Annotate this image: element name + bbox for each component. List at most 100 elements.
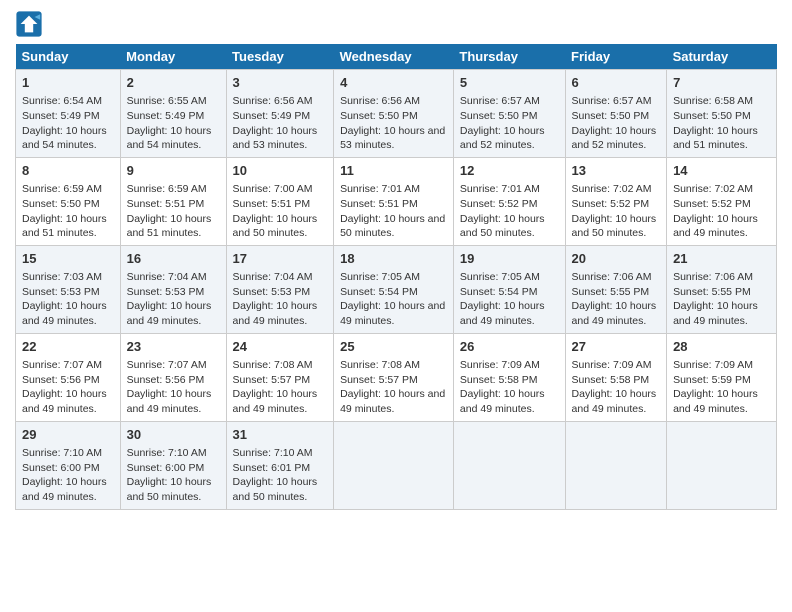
sunrise-label: Sunrise: 6:57 AM (460, 95, 540, 107)
daylight-label: Daylight: 10 hours and 49 minutes. (673, 388, 758, 415)
header-row-days: SundayMondayTuesdayWednesdayThursdayFrid… (16, 44, 777, 70)
calendar-cell: 12Sunrise: 7:01 AMSunset: 5:52 PMDayligh… (453, 157, 565, 245)
logo-icon (15, 10, 43, 38)
column-header-saturday: Saturday (667, 44, 777, 70)
sunset-label: Sunset: 5:57 PM (340, 374, 418, 386)
day-number: 27 (572, 338, 661, 356)
sunrise-label: Sunrise: 7:02 AM (572, 183, 652, 195)
week-row-2: 8Sunrise: 6:59 AMSunset: 5:50 PMDaylight… (16, 157, 777, 245)
column-header-sunday: Sunday (16, 44, 121, 70)
day-number: 2 (127, 74, 220, 92)
sunset-label: Sunset: 5:50 PM (673, 110, 751, 122)
calendar-cell: 4Sunrise: 6:56 AMSunset: 5:50 PMDaylight… (334, 70, 454, 158)
sunrise-label: Sunrise: 7:09 AM (460, 359, 540, 371)
sunset-label: Sunset: 5:49 PM (22, 110, 100, 122)
day-number: 5 (460, 74, 559, 92)
sunset-label: Sunset: 5:49 PM (127, 110, 205, 122)
calendar-cell (667, 421, 777, 509)
sunset-label: Sunset: 5:50 PM (460, 110, 538, 122)
daylight-label: Daylight: 10 hours and 49 minutes. (460, 388, 545, 415)
daylight-label: Daylight: 10 hours and 54 minutes. (22, 125, 107, 152)
calendar-cell: 30 Sunrise: 7:10 AM Sunset: 6:00 PM Dayligh… (120, 421, 226, 509)
sunrise-label: Sunrise: 7:09 AM (673, 359, 753, 371)
calendar-cell: 7Sunrise: 6:58 AMSunset: 5:50 PMDaylight… (667, 70, 777, 158)
week-row-4: 22 Sunrise: 7:07 AM Sunset: 5:56 PM Dayligh… (16, 333, 777, 421)
calendar-cell: 14Sunrise: 7:02 AMSunset: 5:52 PMDayligh… (667, 157, 777, 245)
calendar-cell: 8Sunrise: 6:59 AMSunset: 5:50 PMDaylight… (16, 157, 121, 245)
sunset-label: Sunset: 5:55 PM (572, 286, 650, 298)
daylight-label: Daylight: 10 hours and 50 minutes. (127, 476, 212, 503)
daylight-label: Daylight: 10 hours and 49 minutes. (22, 300, 107, 327)
sunrise-label: Sunrise: 7:02 AM (673, 183, 753, 195)
sunrise-label: Sunrise: 6:57 AM (572, 95, 652, 107)
day-number: 30 (127, 426, 220, 444)
day-number: 7 (673, 74, 770, 92)
daylight-label: Daylight: 10 hours and 49 minutes. (673, 213, 758, 240)
sunrise-label: Sunrise: 6:59 AM (127, 183, 207, 195)
daylight-label: Daylight: 10 hours and 49 minutes. (127, 300, 212, 327)
day-number: 23 (127, 338, 220, 356)
sunset-label: Sunset: 6:00 PM (127, 462, 205, 474)
sunset-label: Sunset: 5:52 PM (460, 198, 538, 210)
sunrise-label: Sunrise: 7:08 AM (340, 359, 420, 371)
sunrise-label: Sunrise: 7:07 AM (127, 359, 207, 371)
daylight-label: Daylight: 10 hours and 51 minutes. (127, 213, 212, 240)
day-number: 8 (22, 162, 114, 180)
day-number: 12 (460, 162, 559, 180)
sunset-label: Sunset: 6:00 PM (22, 462, 100, 474)
sunrise-label: Sunrise: 7:10 AM (127, 447, 207, 459)
sunrise-label: Sunrise: 6:56 AM (233, 95, 313, 107)
calendar-cell: 5Sunrise: 6:57 AMSunset: 5:50 PMDaylight… (453, 70, 565, 158)
week-row-3: 15Sunrise: 7:03 AMSunset: 5:53 PMDayligh… (16, 245, 777, 333)
daylight-label: Daylight: 10 hours and 53 minutes. (340, 125, 445, 152)
header-row (15, 10, 777, 38)
column-header-thursday: Thursday (453, 44, 565, 70)
calendar-table: SundayMondayTuesdayWednesdayThursdayFrid… (15, 44, 777, 510)
sunset-label: Sunset: 5:57 PM (233, 374, 311, 386)
calendar-cell (334, 421, 454, 509)
calendar-cell: 31Sunrise: 7:10 AMSunset: 6:01 PMDayligh… (226, 421, 334, 509)
calendar-cell: 21Sunrise: 7:06 AMSunset: 5:55 PMDayligh… (667, 245, 777, 333)
daylight-label: Daylight: 10 hours and 49 minutes. (233, 300, 318, 327)
sunrise-label: Sunrise: 7:03 AM (22, 271, 102, 283)
day-number: 29 (22, 426, 114, 444)
day-number: 17 (233, 250, 328, 268)
sunset-label: Sunset: 5:55 PM (673, 286, 751, 298)
day-number: 31 (233, 426, 328, 444)
day-number: 1 (22, 74, 114, 92)
calendar-cell: 22Sunrise: 7:07 AMSunset: 5:56 PMDayligh… (16, 333, 121, 421)
calendar-cell: 2Sunrise: 6:55 AMSunset: 5:49 PMDaylight… (120, 70, 226, 158)
day-number: 22 (22, 338, 114, 356)
sunset-label: Sunset: 5:52 PM (572, 198, 650, 210)
sunset-label: Sunset: 5:50 PM (340, 110, 418, 122)
daylight-label: Daylight: 10 hours and 52 minutes. (572, 125, 657, 152)
sunset-label: Sunset: 5:49 PM (233, 110, 311, 122)
calendar-cell: 13Sunrise: 7:02 AMSunset: 5:52 PMDayligh… (565, 157, 667, 245)
calendar-cell: 26Sunrise: 7:09 AMSunset: 5:58 PMDayligh… (453, 333, 565, 421)
sunrise-label: Sunrise: 7:07 AM (22, 359, 102, 371)
day-number: 9 (127, 162, 220, 180)
daylight-label: Daylight: 10 hours and 49 minutes. (572, 388, 657, 415)
sunrise-label: Sunrise: 7:00 AM (233, 183, 313, 195)
calendar-cell (565, 421, 667, 509)
main-container: SundayMondayTuesdayWednesdayThursdayFrid… (0, 0, 792, 520)
sunset-label: Sunset: 6:01 PM (233, 462, 311, 474)
week-row-1: 1Sunrise: 6:54 AMSunset: 5:49 PMDaylight… (16, 70, 777, 158)
daylight-label: Daylight: 10 hours and 49 minutes. (340, 388, 445, 415)
day-number: 26 (460, 338, 559, 356)
logo (15, 10, 47, 38)
sunset-label: Sunset: 5:53 PM (22, 286, 100, 298)
sunset-label: Sunset: 5:53 PM (127, 286, 205, 298)
sunset-label: Sunset: 5:56 PM (22, 374, 100, 386)
day-number: 11 (340, 162, 447, 180)
daylight-label: Daylight: 10 hours and 50 minutes. (340, 213, 445, 240)
day-number: 3 (233, 74, 328, 92)
calendar-cell: 23Sunrise: 7:07 AMSunset: 5:56 PMDayligh… (120, 333, 226, 421)
sunset-label: Sunset: 5:53 PM (233, 286, 311, 298)
day-number: 16 (127, 250, 220, 268)
day-number: 21 (673, 250, 770, 268)
sunrise-label: Sunrise: 6:58 AM (673, 95, 753, 107)
week-row-5: 29 Sunrise: 7:10 AM Sunset: 6:00 PM Dayligh… (16, 421, 777, 509)
daylight-label: Daylight: 10 hours and 49 minutes. (22, 476, 107, 503)
sunrise-label: Sunrise: 6:59 AM (22, 183, 102, 195)
